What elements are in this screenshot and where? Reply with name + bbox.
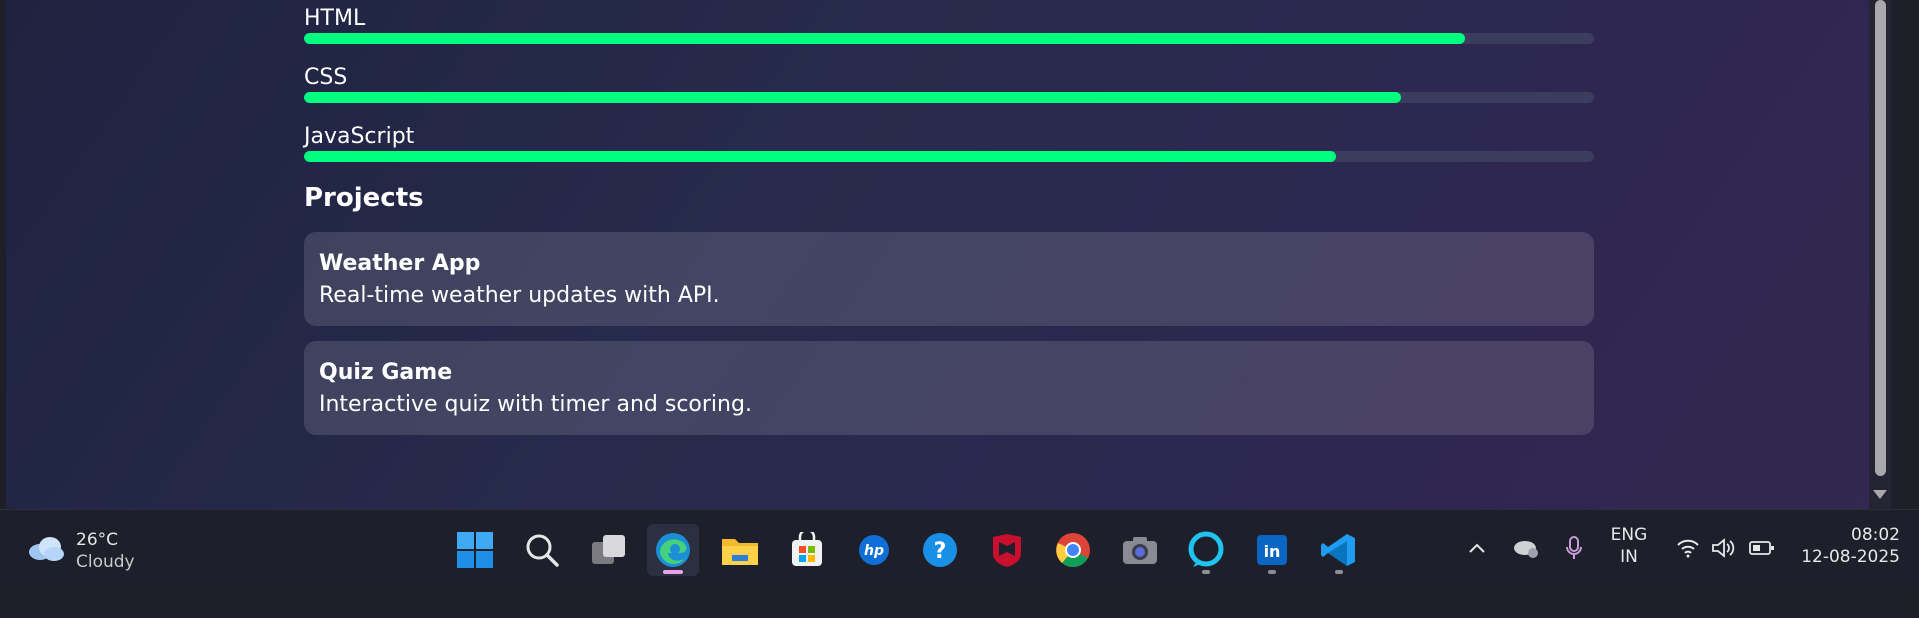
onedrive-cloud-icon[interactable]	[1512, 536, 1540, 614]
microsoft-store-icon[interactable]	[781, 524, 833, 576]
running-app-indicator	[1202, 570, 1210, 574]
weather-temperature: 26°C	[76, 530, 119, 550]
microphone-icon[interactable]	[1565, 535, 1583, 613]
skill-progress-fill	[304, 33, 1465, 44]
project-description: Interactive quiz with timer and scoring.	[319, 392, 752, 417]
alexa-icon[interactable]	[1180, 524, 1232, 576]
weather-widget[interactable]: 26°C Cloudy	[26, 530, 156, 572]
project-name: Quiz Game	[319, 360, 453, 385]
skill-label: CSS	[304, 65, 348, 90]
windows-start-icon[interactable]	[449, 524, 501, 576]
svg-text:in: in	[1264, 542, 1281, 561]
skill-progress-fill	[304, 151, 1336, 162]
mcafee-icon[interactable]	[981, 524, 1033, 576]
project-card-quiz-game[interactable]: Quiz Game Interactive quiz with timer an…	[304, 341, 1594, 435]
volume-icon[interactable]	[1711, 538, 1737, 616]
language-indicator[interactable]: ENG IN	[1604, 524, 1654, 602]
skill-label: JavaScript	[304, 124, 415, 149]
edge-icon[interactable]	[647, 524, 699, 576]
scroll-down-arrow-icon[interactable]	[1873, 490, 1887, 499]
skill-progress-track	[304, 92, 1594, 103]
file-explorer-icon[interactable]	[714, 524, 766, 576]
camera-icon[interactable]	[1114, 524, 1166, 576]
hp-icon[interactable]: hp	[848, 524, 900, 576]
language-region: IN	[1620, 547, 1638, 567]
running-app-indicator	[1268, 570, 1276, 574]
running-app-indicator	[1335, 570, 1343, 574]
skill-label: HTML	[304, 6, 366, 31]
project-card-weather-app[interactable]: Weather App Real-time weather updates wi…	[304, 232, 1594, 326]
battery-icon[interactable]	[1749, 540, 1775, 618]
chrome-icon[interactable]	[1047, 524, 1099, 576]
wifi-icon[interactable]	[1676, 538, 1700, 616]
scrollbar-thumb[interactable]	[1875, 0, 1886, 476]
svg-text:hp: hp	[864, 543, 884, 559]
project-name: Weather App	[319, 251, 481, 276]
svg-text:?: ?	[934, 539, 947, 564]
search-icon[interactable]	[516, 524, 568, 576]
task-view-icon[interactable]	[583, 524, 635, 576]
vertical-scrollbar[interactable]	[1869, 0, 1891, 509]
linkedin-icon[interactable]: in	[1246, 524, 1298, 576]
skill-progress-track	[304, 151, 1594, 162]
projects-heading: Projects	[304, 183, 424, 213]
skill-progress-track	[304, 33, 1594, 44]
windows-taskbar: 26°C Cloudy hp ? in ENG IN 08:02 12-08-2…	[0, 509, 1919, 588]
active-app-indicator	[663, 570, 683, 574]
clock-date: 12-08-2025	[1801, 547, 1900, 567]
clock-time: 08:02	[1851, 525, 1900, 545]
project-description: Real-time weather updates with API.	[319, 283, 720, 308]
clock[interactable]: 08:02 12-08-2025	[1794, 524, 1900, 602]
weather-condition: Cloudy	[76, 552, 135, 572]
skill-progress-fill	[304, 92, 1401, 103]
language-code: ENG	[1610, 525, 1648, 545]
browser-viewport: HTML CSS JavaScript Projects Weather App…	[6, 0, 1891, 509]
vscode-icon[interactable]	[1313, 524, 1365, 576]
show-hidden-icons-chevron-icon[interactable]	[1467, 540, 1487, 618]
get-help-icon[interactable]: ?	[914, 524, 966, 576]
cloud-icon	[29, 537, 64, 561]
